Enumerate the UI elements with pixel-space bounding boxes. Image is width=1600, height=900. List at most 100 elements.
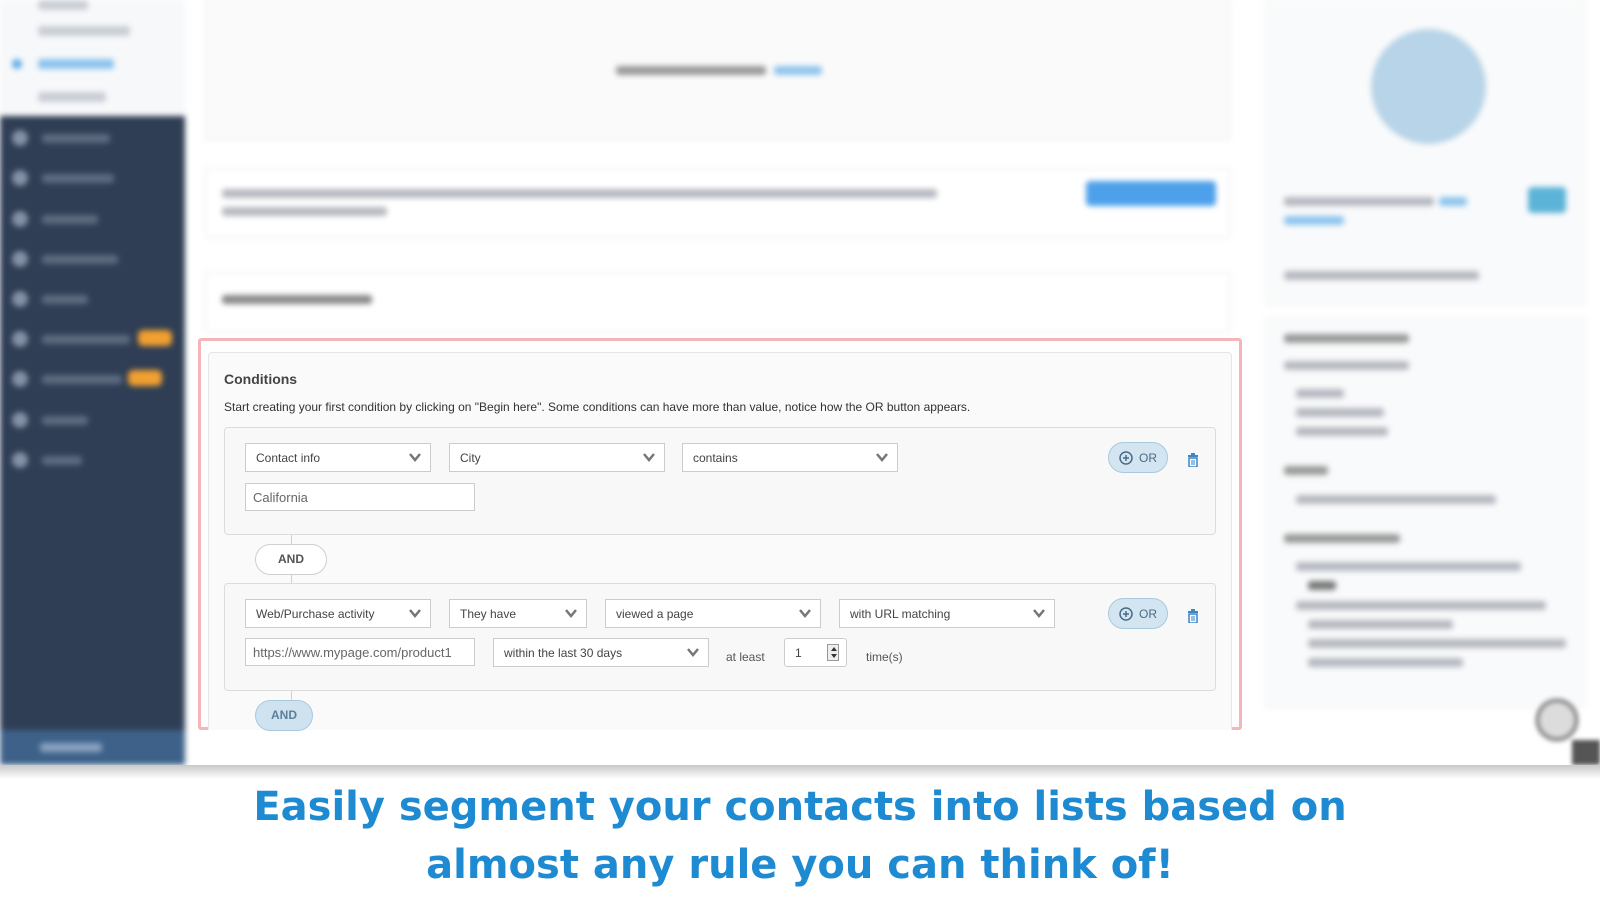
summary-line	[1308, 639, 1566, 648]
summary-heading	[1284, 466, 1328, 475]
active-dot-icon	[12, 59, 22, 69]
nav-icon	[12, 211, 28, 227]
new-badge	[138, 330, 172, 346]
chevron-down-icon	[409, 609, 421, 618]
url-input[interactable]: https://www.mypage.com/product1	[245, 638, 475, 666]
summary-line	[1308, 620, 1453, 629]
empty-state-text	[616, 66, 766, 75]
plus-circle-icon	[1119, 451, 1133, 465]
select-value: contains	[693, 451, 738, 465]
info-text	[222, 207, 387, 216]
sidebar-item[interactable]	[12, 328, 182, 350]
times-label: time(s)	[866, 650, 903, 664]
summary-line	[1284, 361, 1409, 370]
corner-toggle[interactable]	[1572, 740, 1600, 765]
select-value: with URL matching	[850, 607, 951, 621]
sidebar-item-active[interactable]	[0, 730, 185, 765]
add-or-button[interactable]: OR	[1108, 598, 1168, 629]
select-value: Web/Purchase activity	[256, 607, 375, 621]
action-button[interactable]	[1086, 181, 1216, 206]
sidebar-item[interactable]	[12, 449, 182, 471]
trash-icon[interactable]	[1187, 453, 1199, 467]
sidebar-item[interactable]	[12, 208, 182, 230]
summary-count-text	[1284, 271, 1479, 280]
conditions-panel: Conditions Start creating your first con…	[208, 352, 1232, 731]
sidebar-subitem[interactable]	[38, 0, 88, 10]
chevron-down-icon	[1033, 609, 1045, 618]
select-value: Contact info	[256, 451, 321, 465]
at-least-label: at least	[726, 650, 765, 664]
summary-line	[1296, 601, 1546, 610]
sample-card	[205, 272, 1230, 332]
summary-line	[1296, 389, 1344, 398]
empty-state-link[interactable]	[774, 66, 822, 75]
add-or-button[interactable]: OR	[1108, 442, 1168, 473]
summary-heading	[1284, 334, 1409, 343]
value-input[interactable]: California	[245, 483, 475, 511]
or-label: OR	[1139, 451, 1157, 465]
nav-label	[42, 134, 110, 143]
url-match-select[interactable]: with URL matching	[839, 599, 1055, 628]
sidebar-item[interactable]	[12, 288, 182, 310]
category-select[interactable]: Contact info	[245, 443, 431, 472]
sidebar-item[interactable]	[12, 167, 182, 189]
summary-line	[1308, 581, 1336, 590]
chevron-down-icon	[687, 648, 699, 657]
sidebar-item[interactable]	[12, 127, 182, 149]
summary-heading	[1284, 534, 1400, 543]
nav-label	[42, 456, 82, 465]
sidebar-subitem-active[interactable]	[38, 59, 114, 69]
nav-label	[42, 295, 88, 304]
sidebar-subitem[interactable]	[38, 92, 106, 102]
conditions-highlight: Conditions Start creating your first con…	[198, 338, 1242, 731]
timeframe-select[interactable]: within the last 30 days	[493, 638, 709, 667]
nav-icon	[12, 291, 28, 307]
nav-label	[42, 335, 130, 344]
nav-icon	[12, 452, 28, 468]
nav-icon	[12, 331, 28, 347]
count-stepper[interactable]: 1	[784, 638, 847, 667]
nav-icon	[12, 412, 28, 428]
chevron-down-icon	[799, 609, 811, 618]
summary-link[interactable]	[1439, 197, 1467, 206]
condition-group: Contact info City contains California OR	[224, 427, 1216, 535]
and-button-active[interactable]: AND	[255, 700, 313, 731]
feature-caption: Easily segment your contacts into lists …	[0, 778, 1600, 894]
summary-line	[1296, 495, 1496, 504]
chevron-down-icon	[643, 453, 655, 462]
field-select[interactable]: City	[449, 443, 665, 472]
new-badge	[128, 370, 162, 386]
chevron-down-icon	[565, 609, 577, 618]
sample-title	[222, 295, 372, 304]
nav-icon	[12, 371, 28, 387]
sidebar	[0, 116, 185, 765]
summary-link[interactable]	[1284, 216, 1344, 225]
count-value: 1	[795, 646, 802, 660]
spinner-arrows-icon[interactable]	[827, 644, 839, 661]
summary-line	[1296, 562, 1521, 571]
summary-line	[1308, 658, 1463, 667]
category-select[interactable]: Web/Purchase activity	[245, 599, 431, 628]
sidebar-submenu	[0, 0, 185, 116]
and-button[interactable]: AND	[255, 544, 327, 575]
sidebar-item[interactable]	[12, 248, 182, 270]
chevron-down-icon	[876, 453, 888, 462]
help-chat-icon[interactable]	[1535, 698, 1579, 742]
nav-label	[40, 743, 102, 752]
nav-icon	[12, 130, 28, 146]
contacts-summary-panel	[1265, 0, 1585, 305]
behavior-select[interactable]: They have	[449, 599, 587, 628]
trash-icon[interactable]	[1187, 609, 1199, 623]
app-screen: Conditions Start creating your first con…	[0, 0, 1600, 765]
sidebar-item[interactable]	[12, 368, 182, 390]
activity-select[interactable]: viewed a page	[605, 599, 821, 628]
chevron-down-icon	[409, 453, 421, 462]
operator-select[interactable]: contains	[682, 443, 898, 472]
info-card	[205, 168, 1230, 238]
sidebar-subitem[interactable]	[38, 26, 130, 36]
select-value: within the last 30 days	[504, 646, 623, 660]
select-value: viewed a page	[616, 607, 694, 621]
sidebar-item[interactable]	[12, 409, 182, 431]
refresh-button[interactable]	[1528, 187, 1566, 213]
nav-label	[42, 375, 122, 384]
